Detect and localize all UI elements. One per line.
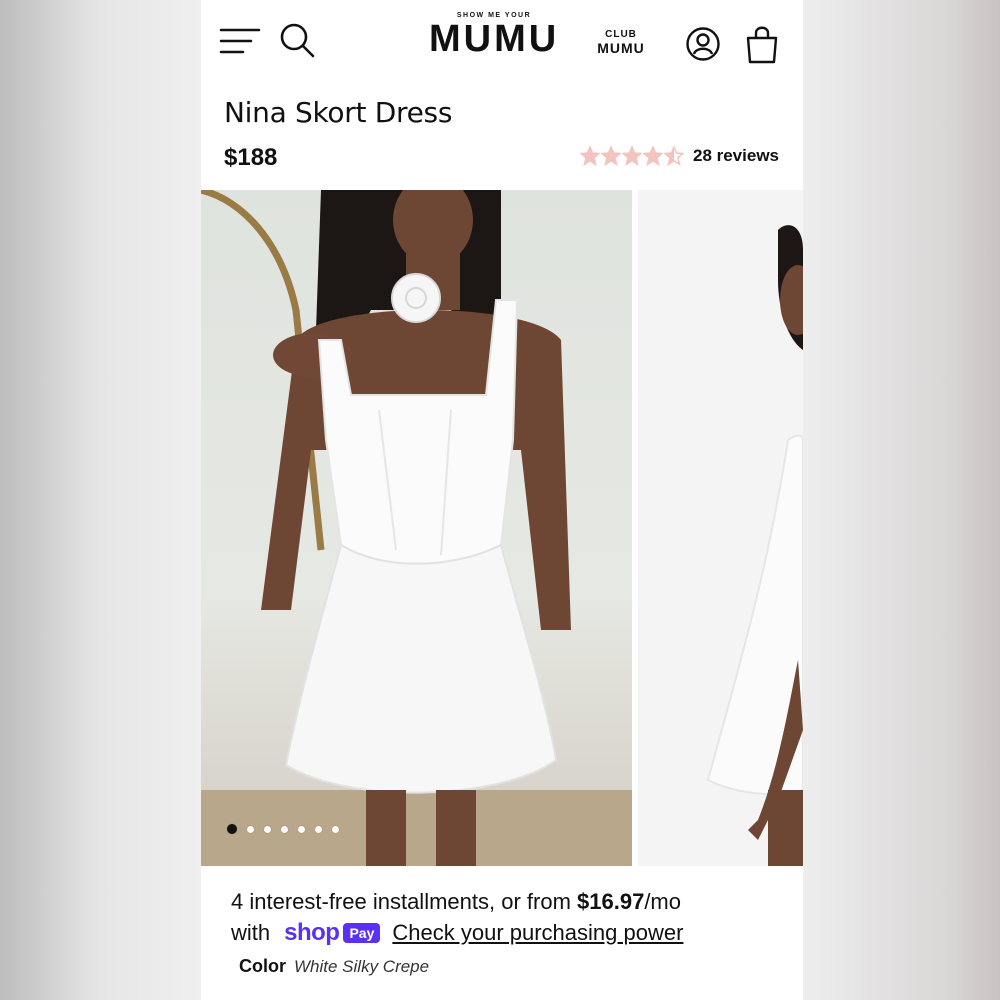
shop-pay-logo: shop [284, 919, 340, 946]
installments-text: 4 interest-free installments, or from $1… [231, 885, 681, 919]
color-row: Color White Silky Crepe [239, 956, 429, 977]
gallery-dot[interactable] [298, 825, 305, 833]
reviews-count[interactable]: 28 reviews [693, 146, 779, 166]
club-label-top: CLUB [605, 29, 637, 40]
product-price: $188 [224, 144, 278, 171]
product-image-next[interactable] [638, 190, 803, 866]
product-photo-illustration [201, 190, 632, 866]
star-half-icon [663, 146, 684, 166]
account-icon[interactable] [685, 26, 721, 62]
search-icon[interactable] [279, 22, 315, 58]
site-header: SHOW ME YOUR MUMU CLUB MUMU [201, 0, 803, 88]
bag-icon[interactable] [745, 24, 779, 64]
club-label-bottom: MUMU [597, 40, 645, 56]
gallery-dot[interactable] [227, 824, 237, 834]
product-title: Nina Skort Dress [224, 96, 453, 129]
logo-name: MUMU [429, 18, 560, 60]
gallery-dot[interactable] [315, 825, 322, 833]
purchasing-power-link[interactable]: Check your purchasing power [392, 920, 683, 946]
color-label: Color [239, 956, 286, 976]
gallery-dot[interactable] [264, 825, 271, 833]
brand-logo[interactable]: SHOW ME YOUR MUMU [429, 12, 559, 68]
star-full-icon [579, 146, 600, 166]
with-text: with [231, 920, 271, 945]
product-image-main[interactable] [201, 190, 632, 866]
product-gallery[interactable] [201, 190, 803, 866]
gallery-dot[interactable] [247, 825, 254, 833]
pay-badge: Pay [343, 923, 381, 943]
club-mumu-link[interactable]: CLUB MUMU [595, 29, 647, 56]
shop-pay-row: with shop Pay Check your purchasing powe… [231, 919, 683, 947]
star-full-icon [600, 146, 621, 166]
phone-screen: SHOW ME YOUR MUMU CLUB MUMU Nina Skort D… [201, 0, 803, 1000]
installments-suffix: /mo [644, 889, 681, 914]
installments-amount: $16.97 [577, 889, 645, 914]
gallery-dot[interactable] [281, 825, 288, 833]
color-value: White Silky Crepe [294, 957, 430, 976]
gallery-pagination [227, 824, 349, 834]
installments-prefix: 4 interest-free installments, or from [231, 889, 578, 914]
star-full-icon [621, 146, 642, 166]
menu-icon[interactable] [219, 26, 261, 56]
rating-stars [579, 146, 685, 166]
product-photo-illustration-2 [706, 225, 803, 866]
gallery-dot[interactable] [332, 825, 339, 833]
product-rating[interactable]: 28 reviews [579, 146, 779, 166]
star-full-icon [642, 146, 663, 166]
